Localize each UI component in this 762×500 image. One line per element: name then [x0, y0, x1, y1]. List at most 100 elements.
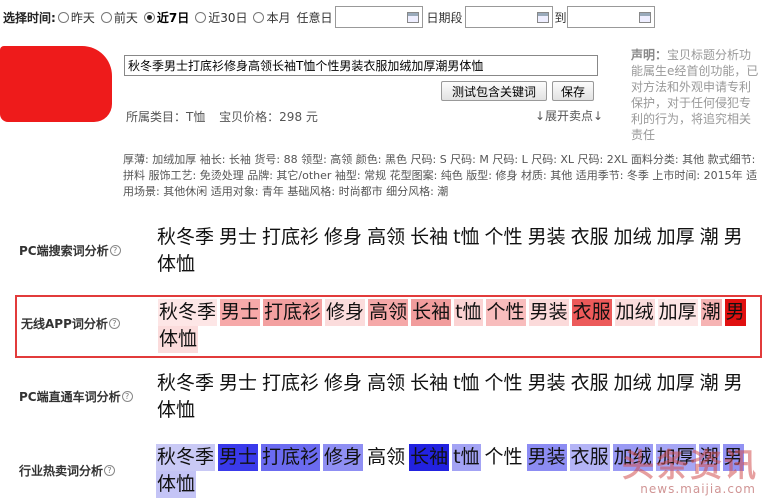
- word-segment: 衣服: [570, 226, 609, 248]
- word-segment: 男士: [219, 372, 258, 394]
- radio-last-30-days-label: 近30日: [208, 10, 248, 25]
- word-segment: 男士: [218, 444, 259, 471]
- word-segment: t恤: [453, 226, 480, 248]
- word-segment: 男装: [527, 226, 566, 248]
- calendar-icon[interactable]: [406, 11, 419, 23]
- word-segment: 长袖: [410, 226, 449, 248]
- help-icon[interactable]: ?: [104, 465, 116, 476]
- declaration-title: 声明：: [631, 48, 668, 62]
- word-segment: 高领: [367, 372, 406, 394]
- word-segment: 潮: [699, 372, 719, 394]
- word-segment: 男士: [219, 226, 258, 248]
- radio-yesterday-label: 昨天: [70, 10, 95, 25]
- word-segment: 个性: [484, 372, 523, 394]
- help-icon[interactable]: ?: [109, 245, 121, 256]
- row-label-text: PC端直通车词分析: [19, 390, 121, 404]
- patent-declaration: 声明：宝贝标题分析功能属生e经首创功能，已对方法和外观申请专利保护，对于任何侵犯…: [631, 47, 761, 143]
- redacted-product-image: [0, 46, 112, 122]
- word-segment: 体恤: [157, 399, 196, 421]
- word-segment: 衣服: [569, 444, 610, 471]
- word-segment: 修身: [324, 372, 363, 394]
- word-segment: 男装: [526, 444, 567, 471]
- word-segment: 体恤: [156, 471, 197, 498]
- radio-circle-icon[interactable]: [253, 11, 265, 23]
- date-range-start-input[interactable]: [464, 6, 553, 28]
- radio-circle-icon[interactable]: [57, 11, 69, 23]
- word-segments: 秋冬季 男士 打底衫 修身 高领 长袖 t恤 个性 男装 衣服 加绒 加厚潮男体恤: [156, 224, 756, 278]
- date-range-end-input[interactable]: [566, 6, 655, 28]
- word-segments: 秋冬季 男士 打底衫 修身 高领 长袖 t恤 个性 男装 衣服 加绒 加厚潮男体恤: [158, 299, 758, 353]
- radio-last-30-days[interactable]: 近30日: [195, 9, 247, 26]
- declaration-body: 宝贝标题分析功能属生e经首创功能，已对方法和外观申请专利保护，对于任何侵犯专利的…: [631, 48, 759, 142]
- word-segment: 长袖: [409, 444, 450, 471]
- help-icon[interactable]: ?: [108, 318, 120, 329]
- word-segment: 秋冬季: [158, 299, 218, 326]
- word-segment: 加厚: [656, 226, 695, 248]
- word-segment: 潮: [700, 299, 722, 326]
- watermark-title: 头条资讯: [621, 446, 758, 484]
- word-segment: 高领: [367, 446, 406, 468]
- analysis-row-mobile-app: 无线APP词分析 ? 秋冬季 男士 打底衫 修身 高领 长袖 t恤 个性 男装 衣服 加绒 加厚潮男体…: [15, 295, 762, 358]
- word-segment: 男: [723, 226, 743, 248]
- item-category: 所属类目：T恤: [126, 110, 206, 124]
- word-segment: 男: [724, 299, 746, 326]
- word-segment: 男装: [527, 372, 566, 394]
- word-segment: 加绒: [613, 226, 652, 248]
- word-segment: 男装: [528, 299, 569, 326]
- word-segment: 衣服: [571, 299, 612, 326]
- word-segment: 秋冬季: [156, 444, 216, 471]
- word-segment: 打底衫: [263, 299, 323, 326]
- watermark: 头条资讯 news.maijia.com: [612, 440, 762, 500]
- date-range-to-label: 到: [554, 10, 567, 25]
- radio-circle-icon[interactable]: [100, 11, 112, 23]
- time-filter-label: 选择时间:: [3, 10, 56, 25]
- radio-last-7-days-label: 近7日: [156, 10, 190, 25]
- radio-day-before-label: 前天: [113, 10, 138, 25]
- date-range-label: 日期段: [426, 10, 463, 25]
- radio-yesterday[interactable]: 昨天: [57, 9, 95, 26]
- row-label-text: 无线APP词分析: [21, 317, 108, 331]
- expand-selling-points-link[interactable]: ↓展开卖点↓: [535, 107, 603, 124]
- word-segment: 男: [723, 372, 743, 394]
- row-label-text: 行业热卖词分析: [19, 464, 104, 478]
- word-segment: 男士: [220, 299, 261, 326]
- custom-day-label: 任意日: [296, 10, 333, 25]
- item-title-input[interactable]: 秋冬季男士打底衫修身高领长袖T恤个性男装衣服加绒加厚潮男体恤: [124, 55, 598, 76]
- word-segment: 高领: [368, 299, 409, 326]
- radio-last-7-days[interactable]: 近7日: [143, 9, 190, 26]
- calendar-icon[interactable]: [536, 11, 549, 23]
- analysis-row-pc-ztc: PC端直通车词分析 ? 秋冬季 男士 打底衫 修身 高领 长袖 t恤 个性 男装 衣服 加绒 加厚潮男…: [15, 364, 762, 434]
- word-segment: 打底衫: [261, 444, 321, 471]
- radio-checked-icon[interactable]: [143, 11, 155, 23]
- word-segment: 加厚: [657, 299, 698, 326]
- word-segment: 个性: [485, 299, 526, 326]
- word-segment: 体恤: [157, 253, 196, 275]
- save-button[interactable]: 保存: [552, 81, 594, 101]
- word-segment: 衣服: [570, 372, 609, 394]
- radio-day-before[interactable]: 前天: [100, 9, 138, 26]
- radio-this-month[interactable]: 本月: [253, 9, 291, 26]
- row-label: 无线APP词分析 ?: [21, 315, 120, 332]
- word-segment: 打底衫: [262, 226, 320, 248]
- word-segment: 秋冬季: [157, 226, 215, 248]
- radio-circle-icon[interactable]: [195, 11, 207, 23]
- word-segment: 秋冬季: [157, 372, 215, 394]
- word-segment: 个性: [484, 446, 523, 468]
- item-price: 宝贝价格：298 元: [219, 110, 318, 124]
- word-segment: 加厚: [656, 372, 695, 394]
- custom-day-input[interactable]: [334, 6, 423, 28]
- word-segments: 秋冬季 男士 打底衫 修身 高领 长袖 t恤 个性 男装 衣服 加绒 加厚潮男体恤: [156, 370, 756, 424]
- word-segment: 潮: [699, 226, 719, 248]
- word-segment: 修身: [324, 226, 363, 248]
- word-segment: t恤: [453, 372, 480, 394]
- test-keywords-button[interactable]: 测试包含关键词: [441, 81, 547, 101]
- help-icon[interactable]: ?: [121, 391, 133, 402]
- word-segment: t恤: [454, 299, 483, 326]
- word-segment: 长袖: [411, 299, 452, 326]
- calendar-icon[interactable]: [638, 11, 651, 23]
- radio-this-month-label: 本月: [266, 10, 291, 25]
- time-filter-bar: 选择时间: 昨天 前天 近7日 近30日 本月 任意日 日期段 到: [0, 3, 762, 31]
- word-segment: 体恤: [158, 326, 199, 353]
- row-label: 行业热卖词分析 ?: [19, 462, 116, 479]
- word-segment: t恤: [452, 444, 481, 471]
